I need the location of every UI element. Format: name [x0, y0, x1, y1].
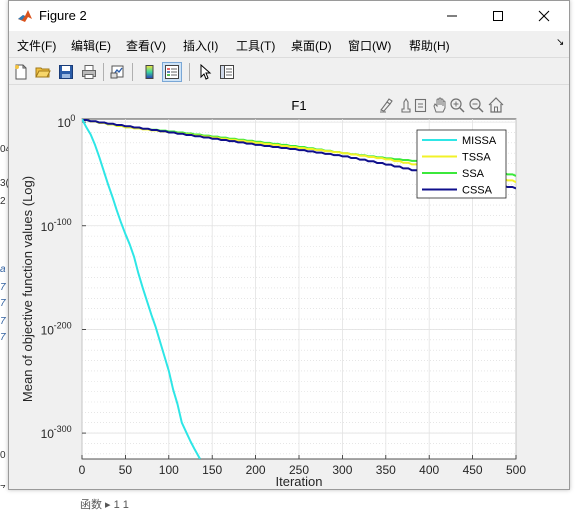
x-axis-label: Iteration: [276, 474, 323, 489]
figure-window: Figure 2 文件(F) 编辑(E) 查看(V) 插入(I) 工具(T) 桌…: [8, 0, 570, 490]
insert-colorbar-icon: [145, 65, 154, 79]
background-fragment: 7: [0, 298, 6, 309]
toolbar-separator: [103, 63, 104, 81]
y-tick-label: 10: [41, 427, 55, 441]
link-plot-icon: [110, 65, 124, 79]
open-file-icon: [35, 67, 51, 78]
menu-desktop[interactable]: 桌面(D): [291, 37, 332, 54]
legend-label: CSSA: [462, 185, 493, 197]
restore-view-icon[interactable]: [414, 98, 427, 113]
y-tick-exponent: 0: [70, 113, 75, 123]
y-tick-label: 10: [41, 323, 55, 337]
x-tick-label: 0: [79, 463, 86, 477]
y-tick-exponent: -100: [54, 217, 72, 227]
background-app-strip: 04 3( 2 a 7 7 7 7 0 7: [0, 0, 11, 514]
open-file-button[interactable]: [33, 62, 53, 82]
insert-legend-button[interactable]: [162, 62, 182, 82]
legend-label: MISSA: [462, 135, 497, 147]
x-tick-label: 400: [419, 463, 439, 477]
chart-title: F1: [291, 98, 306, 113]
insert-legend-icon: [165, 65, 179, 79]
background-fragment: a: [0, 264, 6, 275]
save-button[interactable]: [56, 62, 76, 82]
background-fragment: 0: [0, 450, 6, 461]
menubar-overflow-icon[interactable]: ↘: [556, 37, 564, 48]
desktop: 04 3( 2 a 7 7 7 7 0 7 函数 ▸ 1 1 Figure 2: [0, 0, 576, 514]
menu-insert[interactable]: 插入(I): [183, 37, 218, 54]
new-figure-button[interactable]: [11, 62, 31, 82]
legend-label: SSA: [462, 168, 485, 180]
x-tick-label: 150: [202, 463, 222, 477]
menu-view[interactable]: 查看(V): [126, 37, 166, 54]
property-inspector-icon: [220, 65, 234, 79]
edit-plot-button[interactable]: [195, 62, 215, 82]
x-tick-label: 300: [332, 463, 352, 477]
x-tick-label: 100: [159, 463, 179, 477]
close-icon: [538, 10, 550, 22]
new-figure-icon: [15, 64, 27, 80]
maximize-button[interactable]: [475, 1, 521, 31]
y-axis-label: Mean of objective function values (Log): [20, 176, 35, 402]
brush-icon[interactable]: [380, 98, 393, 113]
legend[interactable]: MISSA TSSA SSA CSSA: [416, 129, 507, 199]
background-status-text: 函数 ▸ 1 1: [80, 499, 129, 511]
axes-toolbar: [380, 97, 504, 113]
y-tick-label: 10: [57, 116, 71, 130]
minimize-button[interactable]: [429, 1, 475, 31]
maximize-icon: [493, 11, 503, 21]
x-tick-label: 200: [246, 463, 266, 477]
x-tick-label: 350: [376, 463, 396, 477]
x-tick-label: 50: [119, 463, 133, 477]
menu-help[interactable]: 帮助(H): [409, 37, 450, 54]
plot-svg: 0 50 100 150 200 250 300 350 400 450 500 10 010 -100…: [20, 97, 526, 489]
toolbar-separator: [189, 63, 190, 81]
y-tick-labels: 10 010 -10010 -20010 -300: [41, 113, 76, 441]
background-fragment: 7: [0, 316, 6, 327]
legend-label: TSSA: [462, 152, 491, 164]
toolbar-separator: [132, 63, 133, 81]
menu-bar: 文件(F) 编辑(E) 查看(V) 插入(I) 工具(T) 桌面(D) 窗口(W…: [9, 31, 569, 57]
y-tick-label: 10: [41, 220, 55, 234]
x-tick-label: 450: [463, 463, 483, 477]
figure-toolbar: [9, 57, 569, 85]
print-icon: [82, 65, 96, 79]
window-title: Figure 2: [39, 8, 87, 23]
zoom-out-icon[interactable]: [469, 98, 484, 113]
menu-edit[interactable]: 编辑(E): [71, 37, 111, 54]
data-tips-icon[interactable]: [401, 98, 411, 113]
close-button[interactable]: [521, 1, 567, 31]
edit-plot-arrow-icon: [200, 64, 212, 80]
insert-colorbar-button[interactable]: [140, 62, 160, 82]
zoom-in-icon[interactable]: [450, 98, 465, 113]
background-fragment: 2: [0, 196, 6, 207]
save-icon: [59, 65, 73, 79]
print-button[interactable]: [79, 62, 99, 82]
title-bar[interactable]: Figure 2: [9, 1, 569, 31]
background-fragment: 7: [0, 282, 6, 293]
background-fragment: 7: [0, 332, 6, 343]
home-icon[interactable]: [488, 97, 504, 113]
y-tick-exponent: -300: [54, 424, 72, 434]
menu-window[interactable]: 窗口(W): [348, 37, 391, 54]
menu-tools[interactable]: 工具(T): [236, 37, 275, 54]
y-tick-exponent: -200: [54, 320, 72, 330]
matlab-logo-icon: [18, 10, 32, 22]
x-tick-label: 500: [506, 463, 526, 477]
figure-canvas: 0 50 100 150 200 250 300 350 400 450 500 10 0 10 -100…: [10, 86, 568, 489]
menu-file[interactable]: 文件(F): [17, 37, 56, 54]
property-inspector-button[interactable]: [217, 62, 237, 82]
pan-icon[interactable]: [433, 97, 446, 113]
link-plot-button[interactable]: [108, 62, 128, 82]
minimize-icon: [447, 15, 457, 17]
